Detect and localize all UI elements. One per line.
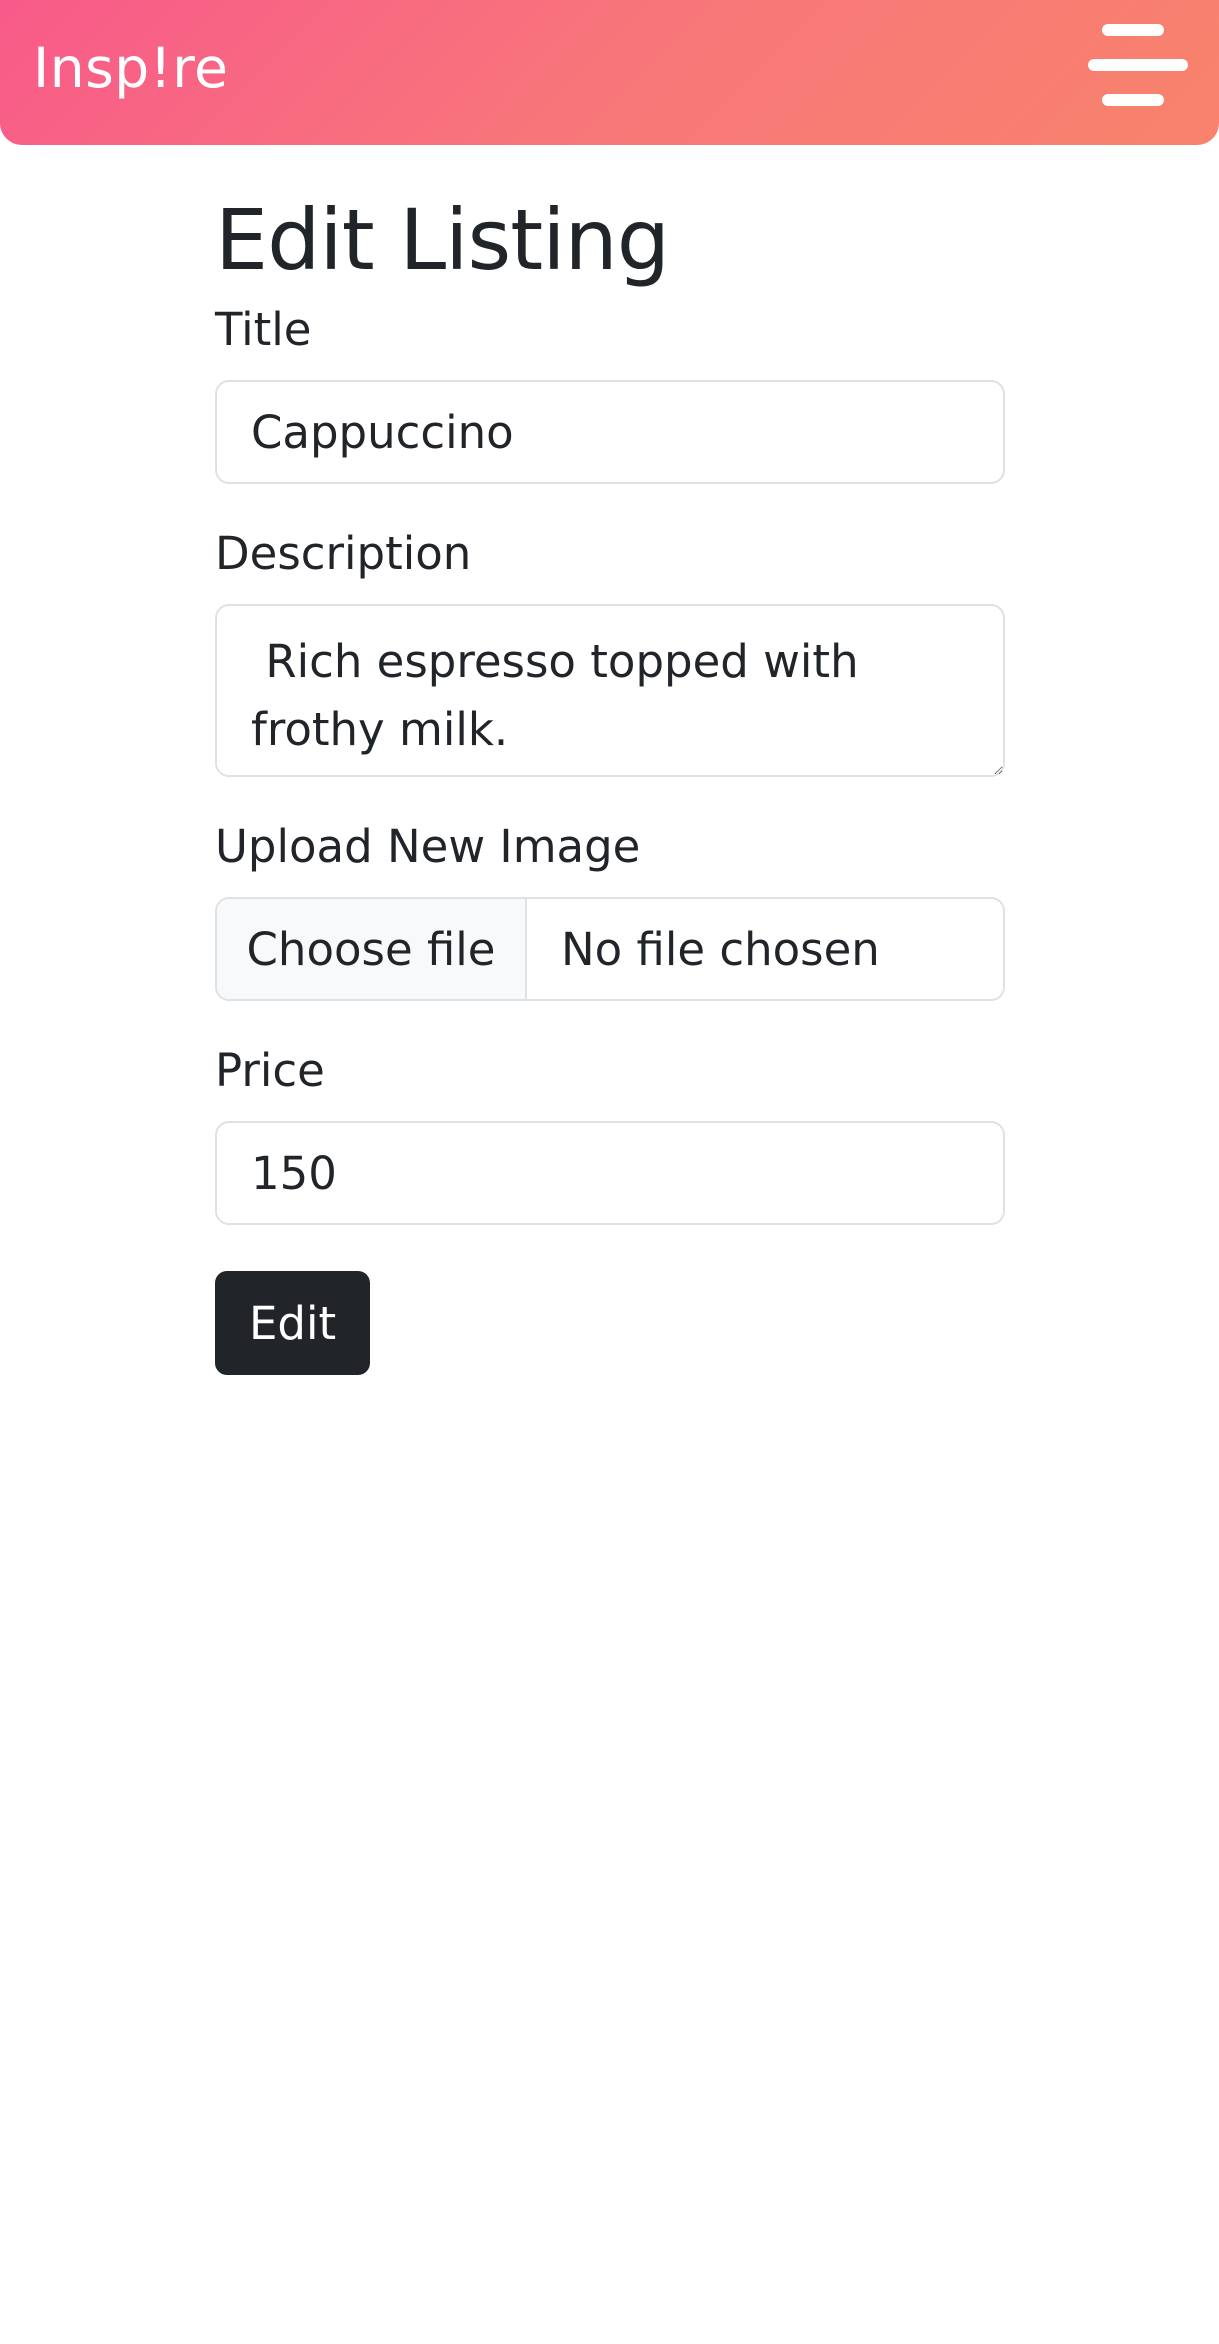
menu-bar-bottom — [1102, 94, 1164, 106]
edit-listing-form-container: Edit Listing Title Description Rich espr… — [215, 180, 1005, 1375]
image-upload-group: Upload New Image Choose file No file cho… — [215, 817, 1005, 1001]
image-upload-label: Upload New Image — [215, 820, 641, 873]
image-file-input[interactable]: Choose file No file chosen — [215, 897, 1005, 1001]
brand-logo[interactable]: Insp!re — [33, 33, 228, 103]
navbar: Insp!re — [0, 0, 1219, 145]
choose-file-button[interactable]: Choose file — [217, 899, 527, 999]
price-label: Price — [215, 1044, 325, 1097]
menu-bar-middle — [1088, 59, 1188, 71]
file-status-text: No file chosen — [561, 922, 880, 976]
title-input[interactable] — [215, 380, 1005, 484]
description-label: Description — [215, 527, 472, 580]
title-label: Title — [215, 303, 312, 356]
title-group: Title — [215, 300, 1005, 484]
menu-bar-top — [1102, 24, 1164, 36]
description-group: Description Rich espresso topped with fr… — [215, 524, 1005, 777]
price-input[interactable] — [215, 1121, 1005, 1225]
price-group: Price — [215, 1041, 1005, 1225]
hamburger-menu-icon[interactable] — [1088, 22, 1188, 108]
description-textarea[interactable]: Rich espresso topped with frothy milk. — [215, 604, 1005, 777]
page-title: Edit Listing — [215, 191, 670, 289]
edit-submit-button[interactable]: Edit — [215, 1271, 371, 1375]
